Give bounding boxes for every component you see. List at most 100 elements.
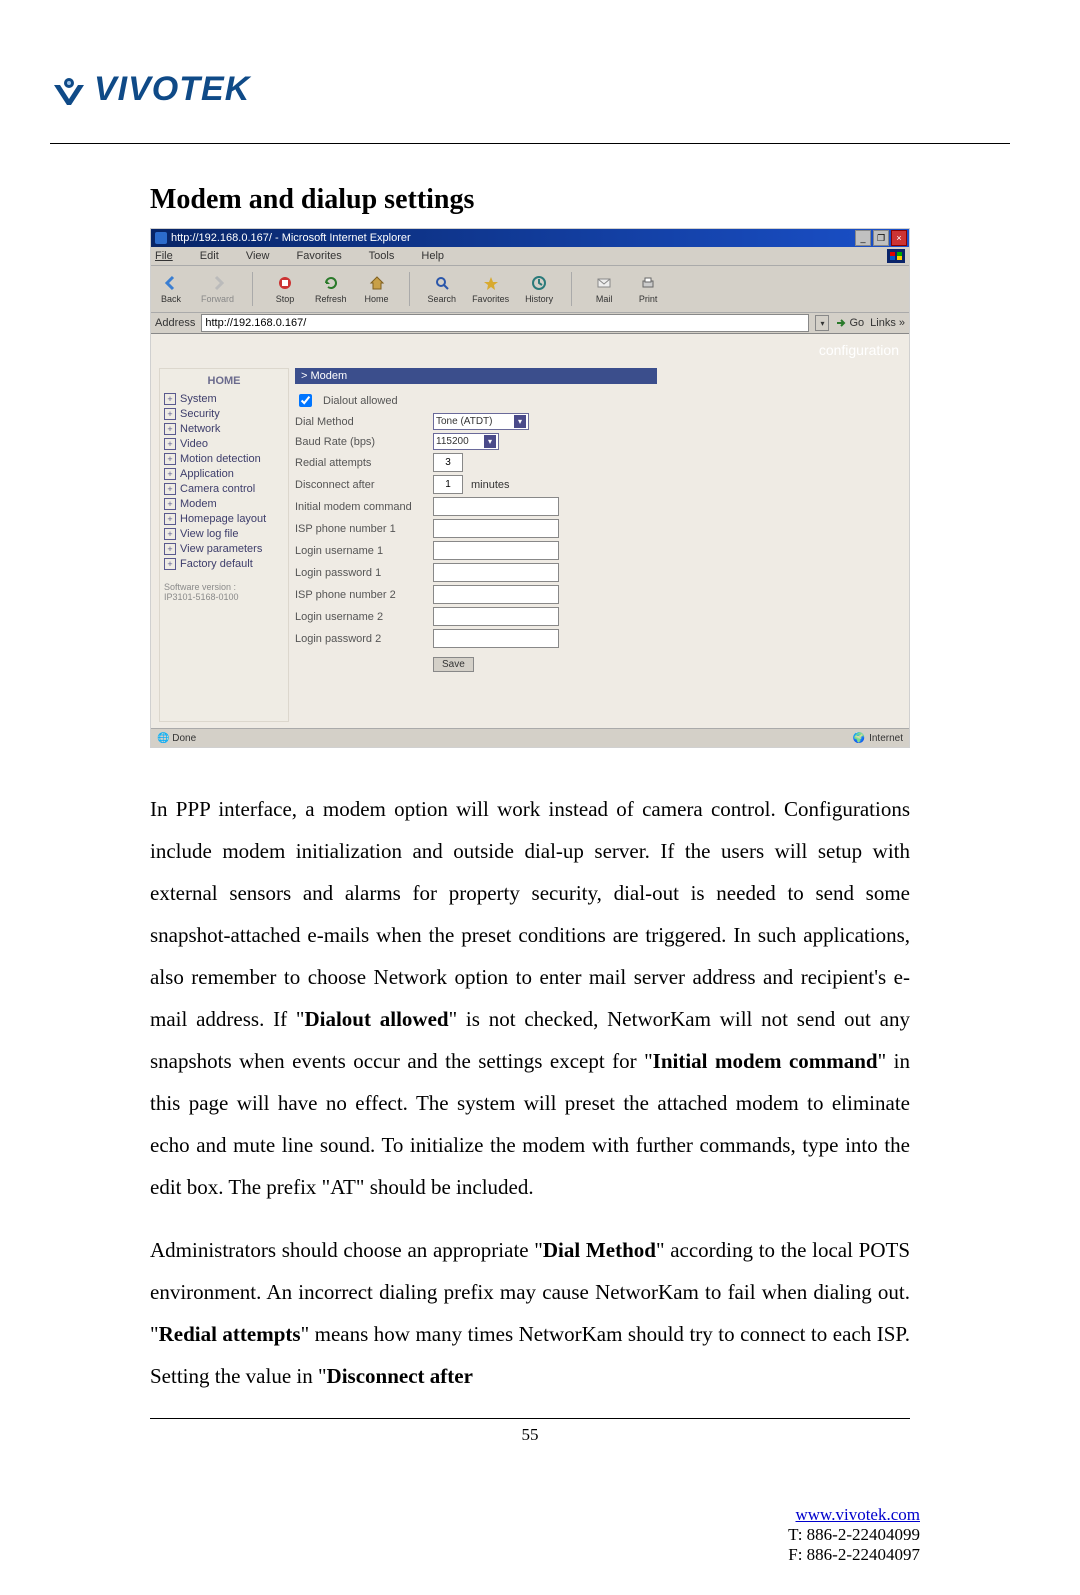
footer-url-link[interactable]: www.vivotek.com xyxy=(796,1505,921,1524)
expand-icon: + xyxy=(164,498,176,510)
disconnect-input[interactable] xyxy=(433,475,463,494)
save-button[interactable]: Save xyxy=(433,657,474,672)
menu-help[interactable]: Help xyxy=(421,250,456,262)
row-isp-phone-2: ISP phone number 2 xyxy=(295,585,897,604)
sidebar-item-view-parameters[interactable]: +View parameters xyxy=(164,543,284,555)
sidebar-item-label: View log file xyxy=(180,528,239,540)
init-cmd-input[interactable] xyxy=(433,497,559,516)
sidebar-item-security[interactable]: +Security xyxy=(164,408,284,420)
dialout-allowed-label: Dialout allowed xyxy=(323,395,398,407)
sidebar-item-motion-detection[interactable]: + Motion detection xyxy=(164,453,284,465)
page-banner: configuration xyxy=(819,342,899,358)
forward-label: Forward xyxy=(201,294,234,304)
redial-input[interactable] xyxy=(433,453,463,472)
header-divider xyxy=(50,143,1010,144)
dialout-allowed-checkbox[interactable] xyxy=(299,394,312,407)
history-label: History xyxy=(525,294,553,304)
footer: www.vivotek.com T: 886-2-22404099 F: 886… xyxy=(50,1505,1010,1565)
menu-tools[interactable]: Tools xyxy=(369,250,407,262)
menu-view[interactable]: View xyxy=(246,250,282,262)
sidebar-item-application[interactable]: +Application xyxy=(164,468,284,480)
expand-icon: + xyxy=(164,453,176,465)
login-user-2-input[interactable] xyxy=(433,607,559,626)
refresh-button[interactable]: Refresh xyxy=(315,274,347,304)
row-login-user-2: Login username 2 xyxy=(295,607,897,626)
page-body: configuration HOME + System +Security + Ne… xyxy=(151,334,909,728)
links-label[interactable]: Links » xyxy=(870,317,905,329)
history-button[interactable]: History xyxy=(525,274,553,304)
sidebar-item-homepage-layout[interactable]: +Homepage layout xyxy=(164,513,284,525)
software-version-label: Software version : xyxy=(164,582,236,592)
stop-button[interactable]: Stop xyxy=(271,274,299,304)
sidebar-item-factory-default[interactable]: +Factory default xyxy=(164,558,284,570)
expand-icon: + xyxy=(164,528,176,540)
isp-phone-1-input[interactable] xyxy=(433,519,559,538)
sidebar-item-label: Video xyxy=(180,438,208,450)
login-user-2-label: Login username 2 xyxy=(295,611,425,623)
print-button[interactable]: Print xyxy=(634,274,662,304)
toolbar: Back Forward Stop Refresh xyxy=(151,266,909,313)
sidebar-item-video[interactable]: + Video xyxy=(164,438,284,450)
home-button[interactable]: Home xyxy=(363,274,391,304)
sidebar-item-label: Motion detection xyxy=(180,453,261,465)
sidebar-item-label: Network xyxy=(180,423,220,435)
favorites-button[interactable]: Favorites xyxy=(472,274,509,304)
menu-edit[interactable]: Edit xyxy=(200,250,231,262)
menu-file[interactable]: File xyxy=(155,250,185,262)
back-button[interactable]: Back xyxy=(157,274,185,304)
go-button[interactable]: Go xyxy=(835,317,864,329)
sidebar-item-network[interactable]: + Network xyxy=(164,423,284,435)
go-label: Go xyxy=(849,317,864,329)
status-right-text: Internet xyxy=(869,733,903,744)
dial-method-select[interactable]: Tone (ATDT) ▾ xyxy=(433,413,529,430)
footer-divider xyxy=(150,1418,910,1419)
close-button[interactable]: × xyxy=(891,230,907,246)
dial-method-label: Dial Method xyxy=(295,416,425,428)
sidebar-item-view-log-file[interactable]: + View log file xyxy=(164,528,284,540)
favorites-icon xyxy=(482,274,500,292)
print-icon xyxy=(639,274,657,292)
sidebar-item-label: Application xyxy=(180,468,234,480)
search-label: Search xyxy=(428,294,457,304)
sidebar: HOME + System +Security + Network + Video +… xyxy=(159,368,289,722)
login-user-1-input[interactable] xyxy=(433,541,559,560)
login-pass-2-input[interactable] xyxy=(433,629,559,648)
refresh-icon xyxy=(322,274,340,292)
expand-icon: + xyxy=(164,438,176,450)
sidebar-item-modem[interactable]: +Modem xyxy=(164,498,284,510)
mail-icon xyxy=(595,274,613,292)
sidebar-item-system[interactable]: + System xyxy=(164,393,284,405)
sidebar-item-label: System xyxy=(180,393,217,405)
login-pass-1-input[interactable] xyxy=(433,563,559,582)
browser-screenshot: http://192.168.0.167/ - Microsoft Intern… xyxy=(150,228,910,748)
menu-favorites[interactable]: Favorites xyxy=(297,250,354,262)
footer-fax: F: 886-2-22404097 xyxy=(788,1545,920,1564)
row-dial-method: Dial Method Tone (ATDT) ▾ xyxy=(295,413,897,430)
baud-rate-select[interactable]: 115200 ▾ xyxy=(433,433,499,450)
login-user-1-label: Login username 1 xyxy=(295,545,425,557)
expand-icon: + xyxy=(164,423,176,435)
isp-phone-2-input[interactable] xyxy=(433,585,559,604)
login-pass-2-label: Login password 2 xyxy=(295,633,425,645)
sidebar-item-camera-control[interactable]: +Camera control xyxy=(164,483,284,495)
forward-button[interactable]: Forward xyxy=(201,274,234,304)
expand-icon: + xyxy=(164,408,176,420)
page-number: 55 xyxy=(150,1425,910,1445)
toolbar-separator xyxy=(409,272,410,306)
row-login-pass-1: Login password 1 xyxy=(295,563,897,582)
expand-icon: + xyxy=(164,393,176,405)
isp-phone-1-label: ISP phone number 1 xyxy=(295,523,425,535)
main-pane: > Modem Dialout allowed Dial Method Tone… xyxy=(295,368,909,728)
search-button[interactable]: Search xyxy=(428,274,457,304)
sidebar-home[interactable]: HOME xyxy=(164,375,284,387)
software-version-value: IP3101-5168-0100 xyxy=(164,592,239,602)
address-dropdown-icon[interactable]: ▾ xyxy=(815,315,829,331)
address-input[interactable] xyxy=(201,314,809,332)
logo-text: VIVOTEK xyxy=(94,70,250,109)
logo-mark-icon xyxy=(50,71,88,109)
maximize-button[interactable]: ❐ xyxy=(873,230,889,246)
mail-button[interactable]: Mail xyxy=(590,274,618,304)
minimize-button[interactable]: _ xyxy=(855,230,871,246)
chevron-down-icon: ▾ xyxy=(484,435,496,448)
sidebar-item-label: Camera control xyxy=(180,483,255,495)
